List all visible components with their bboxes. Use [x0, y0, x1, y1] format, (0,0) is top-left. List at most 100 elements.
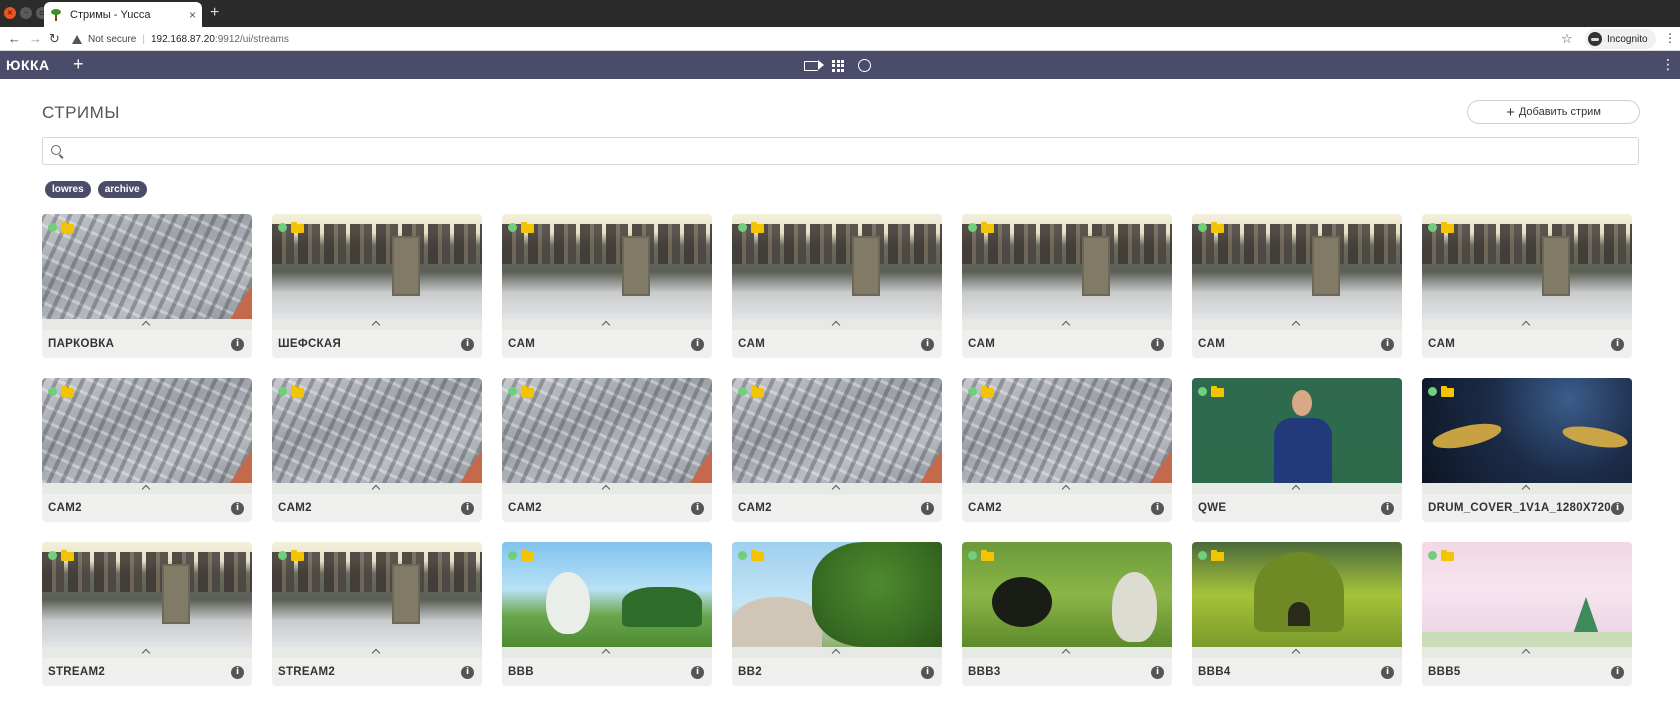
stream-thumbnail[interactable] — [732, 542, 942, 647]
info-icon[interactable]: i — [691, 666, 704, 679]
folder-icon[interactable] — [291, 550, 304, 561]
folder-icon[interactable] — [291, 222, 304, 233]
stream-card[interactable]: CAM i — [1192, 214, 1402, 358]
folder-icon[interactable] — [981, 386, 994, 397]
stream-thumbnail[interactable] — [1192, 378, 1402, 483]
stream-thumbnail[interactable] — [42, 378, 252, 483]
info-icon[interactable]: i — [1151, 338, 1164, 351]
folder-icon[interactable] — [751, 386, 764, 397]
info-icon[interactable]: i — [691, 502, 704, 515]
tag-icon[interactable] — [804, 60, 824, 71]
expand-bar[interactable] — [1192, 483, 1402, 494]
info-icon[interactable]: i — [461, 666, 474, 679]
info-icon[interactable]: i — [691, 338, 704, 351]
expand-bar[interactable] — [962, 319, 1172, 330]
expand-bar[interactable] — [962, 647, 1172, 658]
stream-thumbnail[interactable] — [732, 214, 942, 319]
stream-card[interactable]: BBB4 i — [1192, 542, 1402, 686]
stream-card[interactable]: ШЕФСКАЯ i — [272, 214, 482, 358]
window-close-icon[interactable]: × — [4, 7, 16, 19]
stream-card[interactable]: CAM i — [1422, 214, 1632, 358]
expand-bar[interactable] — [732, 319, 942, 330]
reload-icon[interactable]: ↻ — [49, 31, 60, 47]
folder-icon[interactable] — [1441, 222, 1454, 233]
folder-icon[interactable] — [61, 386, 74, 397]
info-icon[interactable]: i — [1611, 666, 1624, 679]
stream-card[interactable]: CAM2 i — [42, 378, 252, 522]
expand-bar[interactable] — [502, 319, 712, 330]
stream-thumbnail[interactable] — [502, 542, 712, 647]
info-icon[interactable]: i — [1611, 338, 1624, 351]
stream-card[interactable]: BB2 i — [732, 542, 942, 686]
expand-bar[interactable] — [732, 483, 942, 494]
expand-bar[interactable] — [272, 319, 482, 330]
expand-bar[interactable] — [1422, 319, 1632, 330]
browser-tab[interactable]: Стримы - Yucca × — [44, 2, 202, 27]
info-icon[interactable]: i — [1381, 502, 1394, 515]
info-icon[interactable]: i — [461, 338, 474, 351]
folder-icon[interactable] — [1441, 386, 1454, 397]
expand-bar[interactable] — [1422, 647, 1632, 658]
expand-bar[interactable] — [732, 647, 942, 658]
info-icon[interactable]: i — [921, 338, 934, 351]
folder-icon[interactable] — [751, 222, 764, 233]
info-icon[interactable]: i — [1611, 502, 1624, 515]
expand-bar[interactable] — [272, 483, 482, 494]
add-stream-button[interactable]: + Добавить стрим — [1467, 100, 1640, 124]
folder-icon[interactable] — [291, 386, 304, 397]
stream-thumbnail[interactable] — [1422, 214, 1632, 319]
info-icon[interactable]: i — [1381, 338, 1394, 351]
add-icon[interactable]: + — [73, 54, 84, 74]
incognito-badge[interactable]: Incognito — [1585, 29, 1656, 49]
info-icon[interactable]: i — [921, 502, 934, 515]
info-icon[interactable]: i — [1151, 502, 1164, 515]
stream-card[interactable]: BBB3 i — [962, 542, 1172, 686]
expand-bar[interactable] — [42, 647, 252, 658]
expand-bar[interactable] — [42, 483, 252, 494]
info-icon[interactable]: i — [231, 338, 244, 351]
stream-card[interactable]: STREAM2 i — [272, 542, 482, 686]
stream-card[interactable]: CAM2 i — [272, 378, 482, 522]
info-icon[interactable]: i — [921, 666, 934, 679]
url-field[interactable]: Not secure | 192.168.87.20 :9912/ui/stre… — [72, 29, 1562, 49]
folder-icon[interactable] — [61, 222, 74, 233]
stream-thumbnail[interactable] — [272, 378, 482, 483]
expand-bar[interactable] — [42, 319, 252, 330]
stream-thumbnail[interactable] — [272, 542, 482, 647]
folder-icon[interactable] — [521, 222, 534, 233]
back-arrow-icon[interactable]: ← — [8, 31, 21, 47]
stream-card[interactable]: CAM i — [962, 214, 1172, 358]
stream-thumbnail[interactable] — [502, 214, 712, 319]
info-icon[interactable]: i — [1381, 666, 1394, 679]
expand-bar[interactable] — [962, 483, 1172, 494]
stream-card[interactable]: CAM2 i — [732, 378, 942, 522]
stream-card[interactable]: BBB i — [502, 542, 712, 686]
expand-bar[interactable] — [502, 647, 712, 658]
tag-chip-archive[interactable]: archive — [97, 181, 147, 198]
new-tab-icon[interactable]: + — [210, 5, 219, 21]
stream-card[interactable]: CAM2 i — [502, 378, 712, 522]
search-input[interactable] — [69, 140, 1629, 162]
info-icon[interactable]: i — [231, 666, 244, 679]
expand-bar[interactable] — [502, 483, 712, 494]
circle-icon[interactable] — [858, 59, 871, 72]
folder-icon[interactable] — [521, 386, 534, 397]
stream-card[interactable]: BBB5 i — [1422, 542, 1632, 686]
browser-menu-icon[interactable]: ⋮ — [1664, 31, 1676, 45]
app-logo[interactable]: ЮККА — [6, 57, 50, 73]
stream-thumbnail[interactable] — [962, 214, 1172, 319]
info-icon[interactable]: i — [461, 502, 474, 515]
stream-thumbnail[interactable] — [962, 542, 1172, 647]
forward-arrow-icon[interactable]: → — [29, 31, 42, 47]
stream-card[interactable]: CAM i — [502, 214, 712, 358]
expand-bar[interactable] — [1192, 647, 1402, 658]
stream-card[interactable]: QWE i — [1192, 378, 1402, 522]
folder-icon[interactable] — [751, 550, 764, 561]
stream-card[interactable]: DRUM_COVER_1V1A_1280X720 i — [1422, 378, 1632, 522]
stream-card[interactable]: CAM2 i — [962, 378, 1172, 522]
bookmark-star-icon[interactable]: ☆ — [1561, 31, 1573, 47]
folder-icon[interactable] — [1441, 550, 1454, 561]
folder-icon[interactable] — [1211, 550, 1224, 561]
folder-icon[interactable] — [981, 222, 994, 233]
info-icon[interactable]: i — [1151, 666, 1164, 679]
